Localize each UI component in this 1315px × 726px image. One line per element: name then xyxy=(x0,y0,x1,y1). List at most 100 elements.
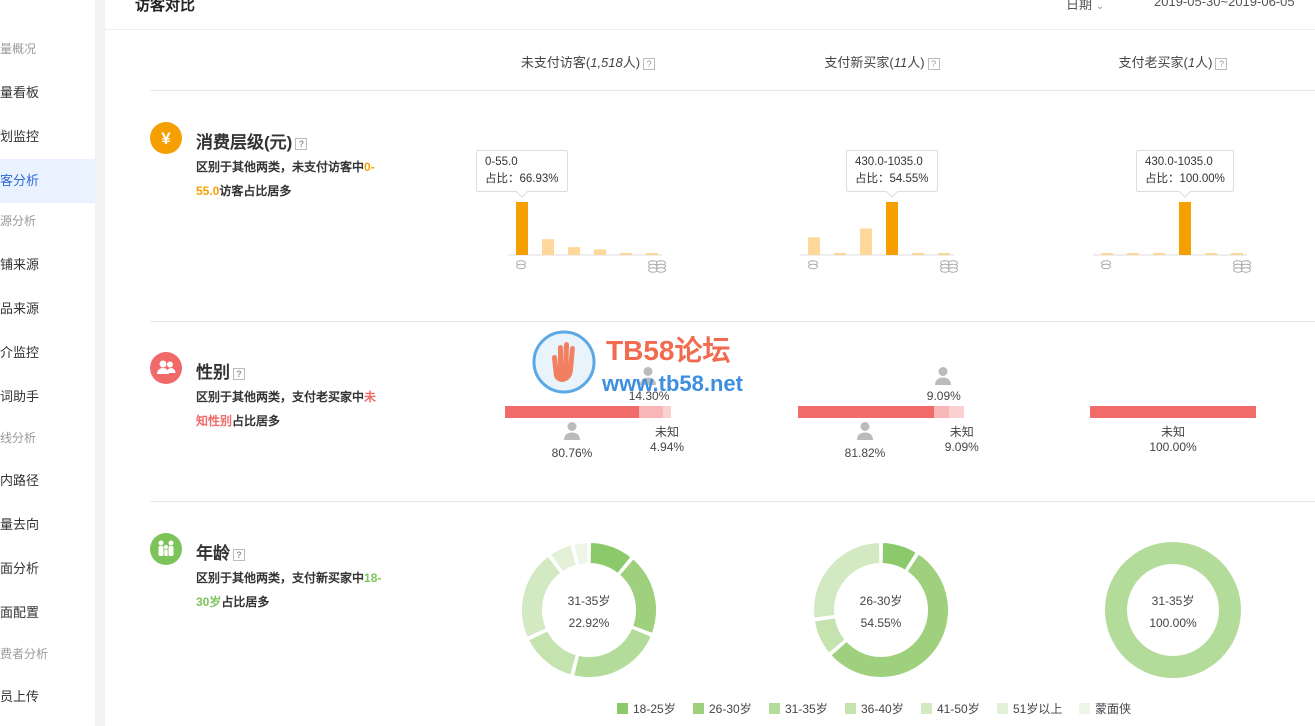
spend-bar[interactable] xyxy=(594,249,606,255)
spend-bar[interactable] xyxy=(938,253,950,255)
legend-label: 蒙面侠 xyxy=(1095,702,1132,716)
app-root: 量概况 量看板 划监控 客分析 源分析 铺来源 品来源 介监控 词助手 线分析 内路径 量去向 面分析面… xyxy=(0,0,1315,726)
donut-center-value: 100.00% xyxy=(1149,616,1197,630)
spend-bar[interactable] xyxy=(1127,253,1139,255)
age-donut-slice[interactable] xyxy=(1105,542,1241,678)
male-share: 81.82% xyxy=(844,446,886,460)
legend-swatch xyxy=(845,703,856,714)
spend-bar[interactable] xyxy=(834,253,846,255)
legend-item[interactable]: 26-30岁 xyxy=(693,700,752,717)
legend-swatch xyxy=(617,703,628,714)
sidebar-item[interactable]: 铺来源 xyxy=(0,243,95,287)
header-divider xyxy=(105,29,1315,30)
sidebar-item[interactable]: 量去向 xyxy=(0,503,95,547)
spend-bar[interactable] xyxy=(1179,202,1191,255)
spend-bar[interactable] xyxy=(912,253,924,255)
date-dropdown-label: 日期 xyxy=(1066,0,1093,12)
legend-swatch xyxy=(997,703,1008,714)
spend-bar[interactable] xyxy=(568,247,580,255)
legend-item[interactable]: 蒙面侠 xyxy=(1079,700,1131,717)
spend-bar[interactable] xyxy=(1205,253,1217,255)
spend-bar[interactable] xyxy=(1231,253,1243,255)
section-divider xyxy=(150,321,1315,322)
spend-bar[interactable] xyxy=(516,202,528,255)
gender-bar-segment[interactable] xyxy=(639,406,663,418)
legend-item[interactable]: 18-25岁 xyxy=(617,700,676,717)
legend-label: 31-35岁 xyxy=(785,702,828,716)
unknown-share: 100.00% xyxy=(1149,440,1197,454)
help-icon[interactable]: ? xyxy=(643,57,656,70)
sidebar-item[interactable]: 量看板 xyxy=(0,71,95,115)
legend-item[interactable]: 41-50岁 xyxy=(921,700,980,717)
tooltip-range: 430.0-1035.0 xyxy=(1145,156,1213,168)
help-icon[interactable]: ? xyxy=(233,367,245,380)
sidebar-item[interactable]: 客分析 xyxy=(0,159,95,203)
tooltip-share: 占比：54.55% xyxy=(855,173,929,185)
sidebar-item[interactable]: 品来源 xyxy=(0,287,95,331)
sidebar-section-label: 费者分析 xyxy=(0,647,49,661)
legend-swatch xyxy=(1079,703,1090,714)
sidebar-section-label: 线分析 xyxy=(0,431,37,445)
coin-icon xyxy=(656,267,666,273)
gender-bar-segment[interactable] xyxy=(933,406,949,418)
unknown-share: 9.09% xyxy=(944,440,979,454)
spend-bar[interactable] xyxy=(808,237,820,255)
spend-section-title: 消费层级(元)? xyxy=(196,128,308,153)
desc-text: 区别于其他两类，未支付访客中 xyxy=(196,160,365,174)
gender-bar-segment[interactable] xyxy=(798,406,934,418)
family-icon xyxy=(150,533,182,565)
male-icon xyxy=(563,421,581,441)
coin-icon xyxy=(808,263,818,270)
help-icon[interactable]: ? xyxy=(233,548,245,561)
legend-swatch xyxy=(769,703,780,714)
age-section-title: 年龄? xyxy=(196,539,245,564)
gender-bar-segment[interactable] xyxy=(662,406,671,418)
legend-item[interactable]: 31-35岁 xyxy=(769,700,828,717)
gender-bar-segment[interactable] xyxy=(1090,406,1256,418)
spend-bar[interactable] xyxy=(1153,253,1165,255)
column-label-suffix: 人) xyxy=(622,55,641,70)
gender-bar-segment[interactable] xyxy=(505,406,640,418)
sidebar-item[interactable]: 介监控 xyxy=(0,331,95,375)
gender-bar-segment[interactable] xyxy=(948,406,964,418)
desc-text: 区别于其他两类，支付老买家中 xyxy=(196,390,365,404)
gender-section-title: 性别? xyxy=(196,358,245,383)
age-donut-slice[interactable] xyxy=(571,626,654,679)
spend-description: 区别于其他两类，未支付访客中0-55.0访客占比居多 xyxy=(196,155,386,203)
users-icon xyxy=(150,352,182,384)
spend-bar[interactable] xyxy=(646,253,658,255)
sidebar: 量概况 量看板 划监控 客分析 源分析 铺来源 品来源 介监控 词助手 线分析 内路径 量去向 面分析面… xyxy=(0,0,95,726)
date-dropdown[interactable]: 日期 ⌄ xyxy=(1066,0,1104,13)
page-title: 访客对比 xyxy=(135,0,196,14)
legend-label: 41-50岁 xyxy=(937,702,980,716)
female-share: 9.09% xyxy=(926,389,961,403)
desc-text: 访客占比居多 xyxy=(219,184,292,198)
sidebar-item[interactable]: 面分析 xyxy=(0,547,95,591)
legend-item[interactable]: 51岁以上 xyxy=(997,700,1062,717)
sidebar-item[interactable]: 划监控 xyxy=(0,115,95,159)
age-donut-slice[interactable] xyxy=(526,628,579,677)
watermark-logo: TB58论坛 www.tb58.net xyxy=(532,330,744,396)
date-range: 2019-05-30~2019-06-05 xyxy=(1154,0,1295,9)
spend-bar[interactable] xyxy=(886,202,898,255)
spend-bar[interactable] xyxy=(542,239,554,255)
legend-swatch xyxy=(693,703,704,714)
help-icon[interactable]: ? xyxy=(295,137,308,150)
sidebar-item[interactable]: 词助手 xyxy=(0,375,95,419)
gender-title-text: 性别 xyxy=(196,363,230,382)
sidebar-item[interactable]: 员上传 xyxy=(0,675,95,719)
male-share: 80.76% xyxy=(551,446,593,460)
column-count: 1,518 xyxy=(590,55,623,70)
desc-text: 占比居多 xyxy=(221,595,270,609)
sidebar-item[interactable]: 面配置 xyxy=(0,591,95,635)
sidebar-item[interactable]: 内路径 xyxy=(0,459,95,503)
spend-bar[interactable] xyxy=(1101,253,1113,255)
spend-bar[interactable] xyxy=(860,228,872,255)
desc-text: 占比居多 xyxy=(232,414,281,428)
legend-label: 36-40岁 xyxy=(861,702,904,716)
legend-item[interactable]: 36-40岁 xyxy=(845,700,904,717)
help-icon[interactable]: ? xyxy=(927,57,940,70)
help-icon[interactable]: ? xyxy=(1215,57,1228,70)
legend-label: 51岁以上 xyxy=(1013,702,1063,716)
spend-bar[interactable] xyxy=(620,253,632,255)
